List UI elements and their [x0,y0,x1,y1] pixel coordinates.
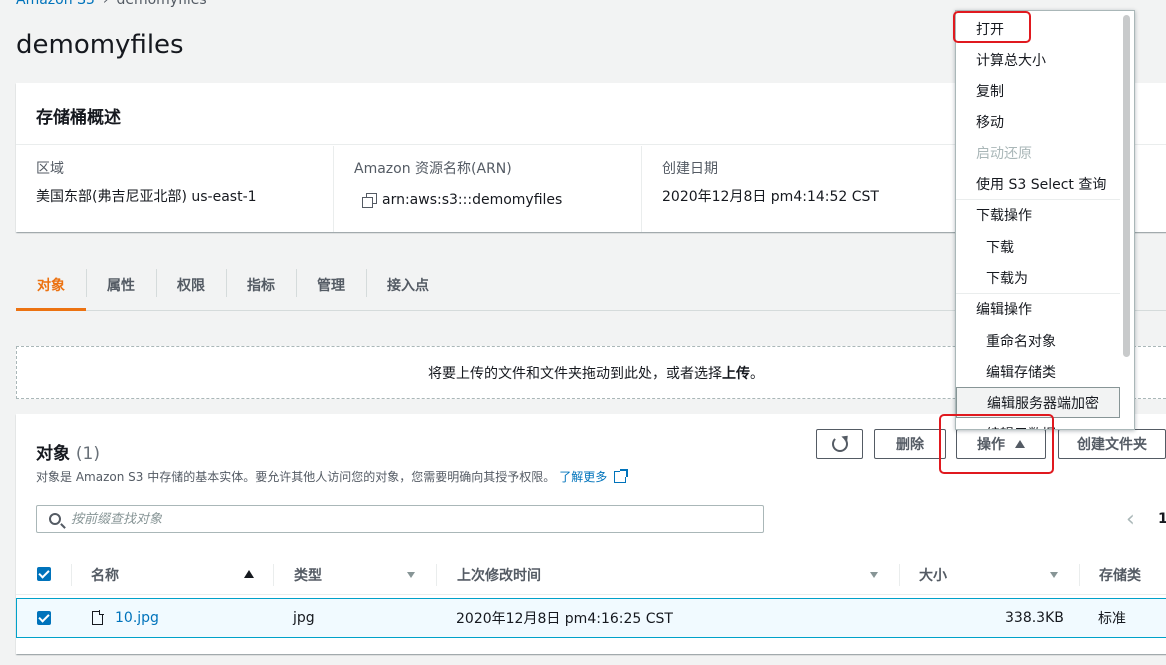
col-size[interactable]: 大小 [919,554,947,595]
refresh-button[interactable] [816,429,863,459]
copy-icon[interactable] [362,193,377,208]
create-folder-button[interactable]: 创建文件夹 [1058,429,1166,459]
col-type[interactable]: 类型 [294,554,322,595]
object-name-link[interactable]: 10.jpg [115,610,159,626]
arn-value: arn:aws:s3:::demomyfiles [382,192,563,208]
external-link-icon [614,468,629,483]
dropzone-text: 将要上传的文件和文件夹拖动到此处，或者选择 [428,365,722,382]
menu-group-edit: 编辑操作 [976,301,1032,318]
pager-prev-icon[interactable]: ‹ [1126,507,1135,532]
object-type: jpg [293,610,315,626]
col-modified[interactable]: 上次修改时间 [457,554,541,595]
search-box [36,505,764,533]
objects-description-text: 对象是 Amazon S3 中存储的基本实体。要允许其他人访问您的对象，您需要明… [36,470,556,484]
objects-description: 对象是 Amazon S3 中存储的基本实体。要允许其他人访问您的对象，您需要明… [36,468,629,485]
highlight-actions-button [939,414,1054,474]
highlight-open [953,11,1031,43]
dropzone-upload-word: 上传 [722,365,750,382]
created-column: 创建日期 2020年12月8日 pm4:14:52 CST [641,146,951,232]
menu-item-download-as[interactable]: 下载为 [956,262,1120,293]
breadcrumb-current: demomyfiles [116,0,207,8]
menu-item-s3-select[interactable]: 使用 S3 Select 查询 [956,168,1120,199]
menu-item-calc-size[interactable]: 计算总大小 [956,44,1120,75]
table-header: 名称 类型 上次修改时间 大小 存储类 [16,554,1166,595]
row-checkbox[interactable] [37,611,51,625]
menu-scrollbar[interactable] [1123,15,1130,357]
breadcrumb-separator: › [102,0,109,8]
tab-management[interactable]: 管理 [296,260,366,310]
sort-icon[interactable] [1050,572,1058,578]
search-icon [49,513,61,525]
page-title: demomyfiles [16,30,184,60]
search-input[interactable] [71,511,763,527]
menu-item-download[interactable]: 下载 [956,231,1120,262]
tab-properties[interactable]: 属性 [86,260,156,310]
created-value: 2020年12月8日 pm4:14:52 CST [662,189,879,205]
object-modified: 2020年12月8日 pm4:16:25 CST [456,611,673,627]
objects-count: (1) [75,444,101,464]
tab-objects[interactable]: 对象 [16,260,86,311]
breadcrumb-s3-link[interactable]: Amazon S3 [16,0,95,8]
tab-metrics[interactable]: 指标 [226,260,296,310]
delete-button[interactable]: 删除 [874,429,946,459]
breadcrumb: Amazon S3 › demomyfiles [16,0,207,8]
sort-ascending-icon[interactable] [244,570,254,578]
arn-column: Amazon 资源名称(ARN) arn:aws:s3:::demomyfile… [333,146,641,232]
tab-permissions[interactable]: 权限 [156,260,226,310]
created-label: 创建日期 [662,161,718,177]
objects-title: 对象 (1) [36,439,100,464]
menu-group-download: 下载操作 [976,207,1032,224]
dropzone-end: 。 [750,365,764,382]
menu-item-edit-storage[interactable]: 编辑存储类 [956,356,1120,387]
tab-access-points[interactable]: 接入点 [366,260,450,310]
refresh-icon [831,436,848,452]
file-icon [92,610,104,625]
region-column: 区域 美国东部(弗吉尼亚北部) us-east-1 [16,146,333,232]
region-value: 美国东部(弗吉尼亚北部) us-east-1 [36,189,257,205]
pager-page-number[interactable]: 1 [1158,511,1166,527]
menu-item-restore: 启动还原 [976,145,1032,162]
region-label: 区域 [36,161,64,177]
object-size: 338.3KB [1005,610,1064,626]
menu-item-move[interactable]: 移动 [956,106,1120,137]
actions-menu: 打开 计算总大小 复制 移动 启动还原 使用 S3 Select 查询 下载操作… [955,10,1135,430]
table-row[interactable]: 10.jpg jpg 2020年12月8日 pm4:16:25 CST 338.… [16,598,1166,638]
object-storage-class: 标准 [1098,611,1126,627]
select-all-checkbox[interactable] [37,567,51,581]
menu-item-rename[interactable]: 重命名对象 [956,325,1120,356]
col-storage[interactable]: 存储类 [1099,554,1141,595]
sort-icon[interactable] [407,572,415,578]
objects-title-text: 对象 [36,444,70,464]
sort-icon[interactable] [870,572,878,578]
arn-label: Amazon 资源名称(ARN) [354,161,512,177]
col-name[interactable]: 名称 [91,554,119,595]
menu-item-copy[interactable]: 复制 [956,75,1120,106]
learn-more-link[interactable]: 了解更多 [559,468,607,485]
